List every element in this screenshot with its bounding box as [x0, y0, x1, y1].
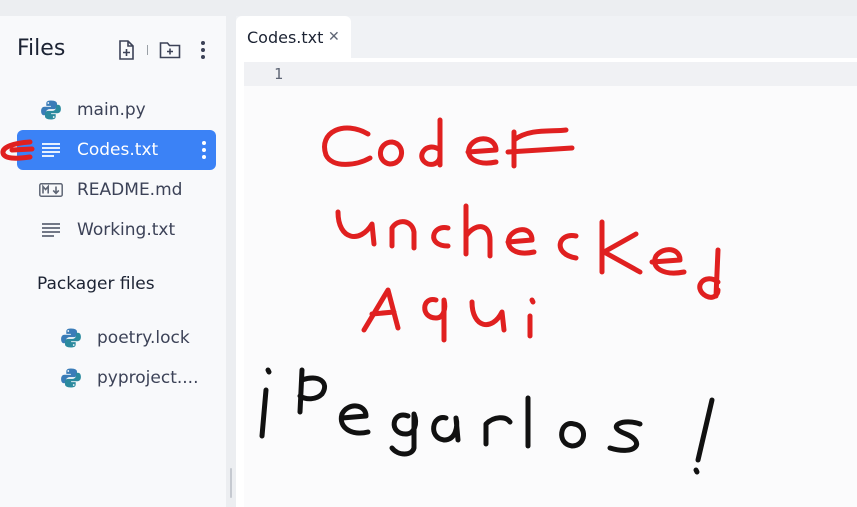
- markdown-icon: [39, 179, 63, 201]
- code-editor[interactable]: 1: [244, 62, 857, 507]
- python-icon: [39, 99, 63, 121]
- new-folder-icon[interactable]: [158, 38, 182, 62]
- panel-resize-handle[interactable]: [230, 468, 232, 498]
- tab-codes-txt[interactable]: Codes.txt ✕: [236, 16, 351, 58]
- tab-label: Codes.txt: [247, 28, 324, 47]
- file-item-readme-md[interactable]: README.md: [17, 170, 216, 210]
- file-label: pyproject....: [97, 368, 199, 388]
- active-line-highlight: [244, 62, 857, 86]
- files-header: Files: [17, 36, 217, 66]
- file-label: poetry.lock: [97, 328, 190, 348]
- file-item-main-py[interactable]: main.py: [17, 90, 216, 130]
- header-divider: [147, 45, 148, 55]
- file-label: README.md: [77, 180, 183, 200]
- files-title: Files: [17, 36, 66, 61]
- editor-tab-bar: Codes.txt ✕: [236, 16, 857, 58]
- file-label: main.py: [77, 100, 146, 120]
- line-number: 1: [274, 65, 284, 83]
- file-label: Working.txt: [77, 220, 176, 240]
- file-label: Codes.txt: [77, 140, 159, 160]
- file-item-pyproject[interactable]: pyproject....: [37, 358, 217, 398]
- file-menu-icon[interactable]: [198, 138, 210, 162]
- text-file-icon: [39, 219, 63, 241]
- file-item-working-txt[interactable]: Working.txt: [17, 210, 216, 250]
- text-file-icon: [39, 139, 63, 161]
- more-options-icon[interactable]: [191, 38, 215, 62]
- packager-files-heading: Packager files: [37, 274, 155, 294]
- editor-pane: Codes.txt ✕ 1: [236, 16, 857, 507]
- python-icon: [59, 367, 83, 389]
- close-icon[interactable]: ✕: [328, 29, 340, 45]
- file-item-poetry-lock[interactable]: poetry.lock: [37, 318, 217, 358]
- python-icon: [59, 327, 83, 349]
- files-panel: Files main.py Codes.txt README.md Workin…: [0, 16, 226, 507]
- new-file-icon[interactable]: [114, 38, 138, 62]
- file-item-codes-txt[interactable]: Codes.txt: [17, 130, 216, 170]
